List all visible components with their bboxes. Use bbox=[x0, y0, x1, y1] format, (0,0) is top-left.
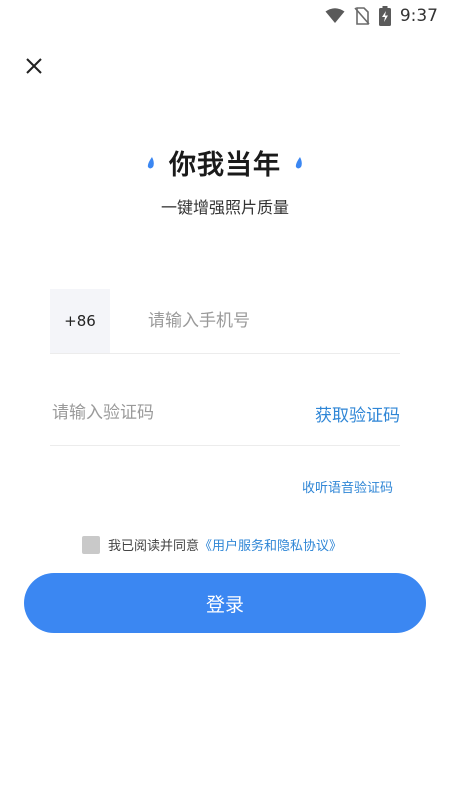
verification-code-input[interactable] bbox=[50, 402, 315, 424]
voice-code-link[interactable]: 收听语音验证码 bbox=[302, 477, 393, 496]
agreement-row: 我已阅读并同意 《用户服务和隐私协议》 bbox=[82, 535, 342, 554]
country-code-selector[interactable]: +86 bbox=[50, 289, 110, 353]
agreement-text: 我已阅读并同意 bbox=[108, 539, 200, 554]
no-sim-icon bbox=[354, 7, 370, 25]
close-button[interactable] bbox=[20, 52, 48, 80]
agreement-checkbox[interactable] bbox=[82, 535, 100, 554]
app-tagline: 一键增强照片质量 bbox=[160, 198, 289, 217]
wifi-icon bbox=[325, 8, 345, 23]
status-bar: 9:37 bbox=[0, 0, 450, 32]
agreement-link[interactable]: 《用户服务和隐私协议》 bbox=[199, 535, 342, 554]
login-button[interactable]: 登录 bbox=[24, 573, 426, 633]
phone-input[interactable] bbox=[146, 289, 400, 353]
verification-code-row: 获取验证码 bbox=[50, 381, 400, 446]
get-code-button[interactable]: 获取验证码 bbox=[315, 401, 400, 426]
brand-header: 你我当年 一键增强照片质量 bbox=[0, 143, 450, 218]
battery-charging-icon bbox=[378, 6, 391, 26]
water-drop-icon bbox=[147, 156, 154, 168]
status-time: 9:37 bbox=[399, 6, 438, 26]
app-title: 你我当年 bbox=[169, 150, 281, 181]
phone-field-row: +86 bbox=[50, 289, 400, 354]
water-drop-icon bbox=[295, 156, 302, 168]
close-icon bbox=[26, 58, 42, 74]
